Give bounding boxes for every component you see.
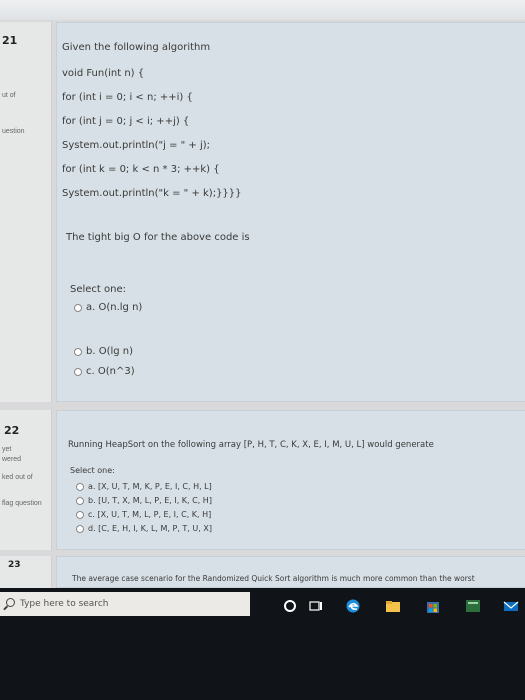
q22-option-d[interactable]: d. [C, E, H, I, K, L, M, P, T, U, X]: [76, 524, 212, 533]
q21-option-c[interactable]: c. O(n^3): [74, 366, 135, 377]
q21-number: 21: [2, 34, 18, 47]
q21-option-a[interactable]: a. O(n.lg n): [74, 302, 142, 313]
browser-top-strip: [0, 0, 525, 20]
edge-icon[interactable]: [345, 598, 361, 614]
q22-marks-text: ked out of: [2, 474, 33, 481]
q21-info-panel: [0, 22, 52, 402]
q21-flag-question[interactable]: uestion: [2, 128, 25, 135]
radio-icon[interactable]: [76, 510, 84, 519]
radio-icon[interactable]: [74, 347, 82, 356]
search-placeholder: Type here to search: [20, 599, 109, 609]
q21-option-b[interactable]: b. O(lg n): [74, 346, 133, 357]
q22-status-line-2: wered: [2, 456, 22, 463]
radio-icon[interactable]: [76, 524, 84, 533]
taskbar-search-box[interactable]: Type here to search: [0, 592, 250, 616]
radio-icon[interactable]: [76, 482, 84, 491]
q22-option-c-label: c. [X, U, T, M, L, P, E, I, C, K, H]: [88, 510, 212, 519]
q22-select-label: Select one:: [70, 466, 115, 475]
q22-option-b-label: b. [U, T, X, M, L, P, E, I, K, C, H]: [88, 496, 212, 505]
q21-option-c-label: c. O(n^3): [86, 366, 135, 377]
q22-number: 22: [4, 424, 20, 437]
q23-prompt: The average case scenario for the Random…: [72, 574, 475, 583]
q22-option-c[interactable]: c. [X, U, T, M, L, P, E, I, C, K, H]: [76, 510, 211, 519]
cortana-circle-icon[interactable]: [282, 598, 298, 614]
q21-prompt: The tight big O for the above code is: [66, 232, 250, 243]
q21-select-label: Select one:: [70, 284, 127, 295]
store-icon[interactable]: [425, 598, 441, 614]
q23-content-card: [56, 556, 525, 588]
q21-code-line-5: for (int k = 0; k < n * 3; ++k) {: [62, 164, 220, 175]
mail-icon[interactable]: [503, 598, 519, 614]
q21-intro: Given the following algorithm: [62, 42, 211, 53]
radio-icon[interactable]: [74, 303, 82, 312]
q21-content-card: [56, 22, 525, 402]
file-explorer-icon[interactable]: [385, 598, 401, 614]
app-icon[interactable]: [465, 598, 481, 614]
q22-status-line-1: yet: [2, 446, 12, 453]
q21-code-line-6: System.out.println("k = " + k);}}}}: [62, 188, 242, 199]
radio-icon[interactable]: [76, 496, 84, 505]
q21-marks-text: ut of: [2, 92, 16, 99]
q22-option-b[interactable]: b. [U, T, X, M, L, P, E, I, K, C, H]: [76, 496, 212, 505]
q22-prompt: Running HeapSort on the following array …: [68, 440, 434, 450]
q22-option-d-label: d. [C, E, H, I, K, L, M, P, T, U, X]: [88, 524, 212, 533]
q21-option-b-label: b. O(lg n): [86, 346, 134, 357]
task-view-icon[interactable]: [308, 598, 324, 614]
search-icon: [6, 598, 15, 607]
q23-number: 23: [8, 560, 21, 570]
radio-icon[interactable]: [74, 367, 82, 376]
q21-code-line-1: void Fun(int n) {: [62, 68, 145, 79]
q22-flag-question[interactable]: flag question: [2, 500, 42, 507]
q21-option-a-label: a. O(n.lg n): [86, 302, 143, 313]
q21-code-line-3: for (int j = 0; j < i; ++j) {: [62, 116, 190, 127]
q22-option-a[interactable]: a. [X, U, T, M, K, P, E, I, C, H, L]: [76, 482, 212, 491]
q21-code-line-2: for (int i = 0; i < n; ++i) {: [62, 92, 193, 103]
q22-option-a-label: a. [X, U, T, M, K, P, E, I, C, H, L]: [88, 482, 212, 491]
q21-code-line-4: System.out.println("j = " + j);: [62, 140, 211, 151]
